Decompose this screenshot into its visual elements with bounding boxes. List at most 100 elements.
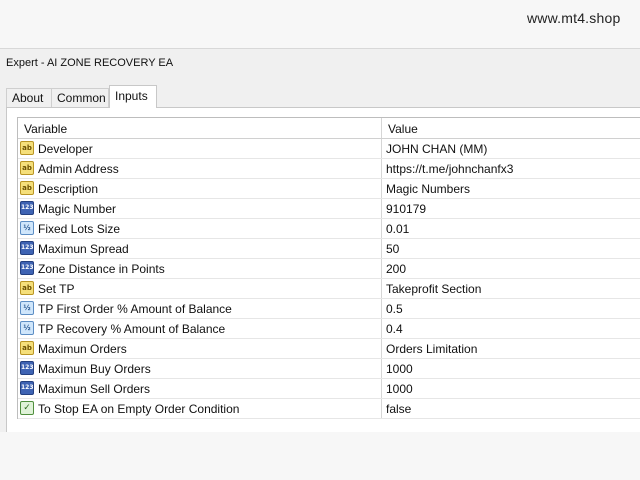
value-cell[interactable]: 200 (382, 259, 640, 278)
string-type-icon: ab (20, 181, 34, 195)
double-type-icon: ½ (20, 321, 34, 335)
variable-name: Maximun Orders (38, 342, 127, 356)
variable-cell: ab Set TP (18, 279, 382, 298)
value-cell[interactable]: 0.01 (382, 219, 640, 238)
bool-type-icon: ✓ (20, 401, 34, 415)
table-row[interactable]: ab Admin Address https://t.me/johnchanfx3 (18, 159, 640, 179)
value-cell[interactable]: 0.5 (382, 299, 640, 318)
top-background: www.mt4.shop (0, 0, 640, 48)
variable-cell: ½ TP First Order % Amount of Balance (18, 299, 382, 318)
value-cell[interactable]: 0.4 (382, 319, 640, 338)
string-type-icon: ab (20, 281, 34, 295)
value-cell[interactable]: false (382, 399, 640, 418)
inputs-table: Variable Value ab Developer JOHN CHAN (MM)… (17, 117, 640, 419)
variable-cell: ab Maximun Orders (18, 339, 382, 358)
column-header-variable: Variable (24, 122, 68, 136)
variable-cell: ab Admin Address (18, 159, 382, 178)
column-header-value: Value (388, 122, 418, 136)
variable-value: 1000 (386, 382, 413, 396)
variable-name: Description (38, 182, 99, 196)
variable-name: Maximun Buy Orders (38, 362, 151, 376)
value-cell[interactable]: Takeprofit Section (382, 279, 640, 298)
tab-common[interactable]: Common (51, 88, 109, 107)
double-type-icon: ½ (20, 301, 34, 315)
table-row[interactable]: ✓ To Stop EA on Empty Order Condition fals… (18, 399, 640, 419)
table-row[interactable]: 123 Maximun Spread 50 (18, 239, 640, 259)
value-cell[interactable]: Orders Limitation (382, 339, 640, 358)
table-row[interactable]: 123 Maximun Sell Orders 1000 (18, 379, 640, 399)
tab-inputs[interactable]: Inputs (109, 85, 157, 108)
variable-cell: 123 Maximun Buy Orders (18, 359, 382, 378)
variable-name: Fixed Lots Size (38, 222, 121, 236)
value-cell[interactable]: 50 (382, 239, 640, 258)
variable-value: https://t.me/johnchanfx3 (386, 162, 514, 176)
variable-value: Takeprofit Section (386, 282, 482, 296)
variable-value: 200 (386, 262, 407, 276)
variable-name: To Stop EA on Empty Order Condition (38, 402, 240, 416)
table-row[interactable]: 123 Magic Number 910179 (18, 199, 640, 219)
table-row[interactable]: ½ TP First Order % Amount of Balance 0.5 (18, 299, 640, 319)
variable-name: Admin Address (38, 162, 119, 176)
table-row[interactable]: 123 Maximun Buy Orders 1000 (18, 359, 640, 379)
value-cell[interactable]: 910179 (382, 199, 640, 218)
string-type-icon: ab (20, 141, 34, 155)
table-row[interactable]: ab Maximun Orders Orders Limitation (18, 339, 640, 359)
variable-cell: ✓ To Stop EA on Empty Order Condition (18, 399, 382, 418)
table-row[interactable]: ab Developer JOHN CHAN (MM) (18, 139, 640, 159)
bottom-background (0, 432, 640, 480)
variable-value: 0.5 (386, 302, 403, 316)
inputs-panel: Variable Value ab Developer JOHN CHAN (MM)… (6, 107, 640, 433)
table-row[interactable]: ½ TP Recovery % Amount of Balance 0.4 (18, 319, 640, 339)
variable-name: TP Recovery % Amount of Balance (38, 322, 226, 336)
variable-value: 50 (386, 242, 400, 256)
window-title: Expert - AI ZONE RECOVERY EA (6, 57, 174, 69)
variable-value: 910179 (386, 202, 427, 216)
value-cell[interactable]: JOHN CHAN (MM) (382, 139, 640, 158)
variable-value: JOHN CHAN (MM) (386, 142, 488, 156)
variable-cell: ab Developer (18, 139, 382, 158)
variable-value: false (386, 402, 412, 416)
variable-name: Maximun Spread (38, 242, 129, 256)
variable-value: 0.01 (386, 222, 410, 236)
variable-name: Set TP (38, 282, 75, 296)
tab-about[interactable]: About (6, 88, 52, 107)
string-type-icon: ab (20, 161, 34, 175)
variable-name: Zone Distance in Points (38, 262, 165, 276)
variable-value: 1000 (386, 362, 413, 376)
variable-cell: ½ TP Recovery % Amount of Balance (18, 319, 382, 338)
integer-type-icon: 123 (20, 361, 34, 375)
variable-name: Magic Number (38, 202, 117, 216)
table-body: ab Developer JOHN CHAN (MM) ab Admin Address… (18, 139, 640, 419)
variable-name: Maximun Sell Orders (38, 382, 151, 396)
value-cell[interactable]: 1000 (382, 379, 640, 398)
watermark-text: www.mt4.shop (527, 10, 621, 26)
integer-type-icon: 123 (20, 381, 34, 395)
integer-type-icon: 123 (20, 241, 34, 255)
variable-cell: 123 Magic Number (18, 199, 382, 218)
table-header-row: Variable Value (18, 118, 640, 139)
string-type-icon: ab (20, 341, 34, 355)
variable-cell: 123 Zone Distance in Points (18, 259, 382, 278)
value-cell[interactable]: https://t.me/johnchanfx3 (382, 159, 640, 178)
table-row[interactable]: ab Set TP Takeprofit Section (18, 279, 640, 299)
variable-cell: 123 Maximun Spread (18, 239, 382, 258)
table-row[interactable]: 123 Zone Distance in Points 200 (18, 259, 640, 279)
variable-name: TP First Order % Amount of Balance (38, 302, 232, 316)
double-type-icon: ½ (20, 221, 34, 235)
value-cell[interactable]: 1000 (382, 359, 640, 378)
expert-properties-window: Expert - AI ZONE RECOVERY EA About Commo… (0, 48, 640, 433)
table-row[interactable]: ab Description Magic Numbers (18, 179, 640, 199)
integer-type-icon: 123 (20, 201, 34, 215)
variable-value: Orders Limitation (386, 342, 478, 356)
integer-type-icon: 123 (20, 261, 34, 275)
variable-cell: 123 Maximun Sell Orders (18, 379, 382, 398)
table-row[interactable]: ½ Fixed Lots Size 0.01 (18, 219, 640, 239)
column-header-value-cell[interactable]: Value (382, 118, 640, 138)
variable-value: 0.4 (386, 322, 403, 336)
variable-cell: ½ Fixed Lots Size (18, 219, 382, 238)
variable-name: Developer (38, 142, 93, 156)
variable-value: Magic Numbers (386, 182, 471, 196)
value-cell[interactable]: Magic Numbers (382, 179, 640, 198)
column-header-variable-cell[interactable]: Variable (18, 118, 382, 138)
variable-cell: ab Description (18, 179, 382, 198)
